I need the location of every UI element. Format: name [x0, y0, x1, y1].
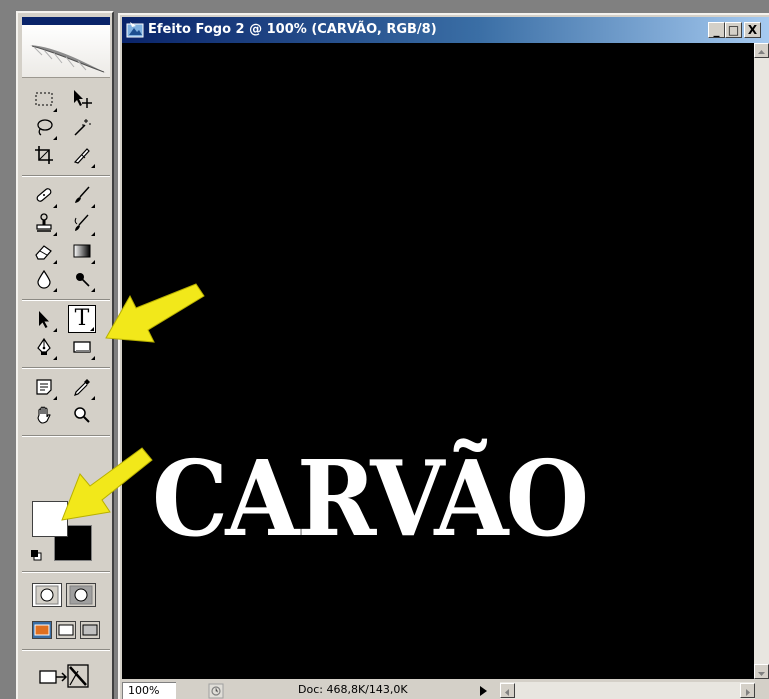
lasso-tool[interactable]	[30, 113, 58, 141]
path-selection-tool[interactable]	[30, 305, 58, 333]
full-screen-menu-icon	[58, 624, 74, 636]
scroll-left-button[interactable]	[500, 683, 515, 698]
crop-tool[interactable]	[30, 141, 58, 169]
brush-icon	[75, 186, 90, 203]
magic-wand-icon	[74, 119, 91, 136]
type-tool-glyph: T	[74, 306, 90, 331]
rectangle-icon	[73, 341, 91, 353]
foreground-color-swatch[interactable]	[32, 501, 68, 537]
history-brush-tool[interactable]	[68, 209, 96, 237]
toolbox-divider	[22, 299, 110, 301]
quick-mask-icon	[69, 585, 93, 605]
document-size-info: Doc: 468,8K/143,0K	[298, 683, 408, 696]
status-history-icon[interactable]	[208, 683, 224, 699]
move-arrow-icon	[74, 90, 92, 108]
scroll-down-button[interactable]	[754, 664, 769, 679]
close-button[interactable]: X	[744, 22, 761, 38]
pen-tool[interactable]	[30, 333, 58, 361]
standard-screen-mode-button[interactable]	[32, 621, 52, 639]
status-menu-arrow-icon[interactable]	[476, 684, 490, 698]
jump-to-imageready-icon	[39, 664, 89, 688]
vertical-scrollbar[interactable]	[754, 43, 769, 679]
maximize-icon: □	[727, 23, 740, 37]
slice-tool[interactable]	[68, 141, 96, 169]
path-selection-arrow-icon	[39, 311, 49, 328]
canvas-text-layer[interactable]: CARVÃO	[152, 439, 589, 559]
scroll-right-button[interactable]	[740, 683, 755, 698]
brush-tool[interactable]	[68, 181, 96, 209]
standard-mode-icon	[35, 585, 59, 605]
hand-icon	[37, 406, 51, 424]
eraser-icon	[35, 245, 52, 260]
type-tool[interactable]: T	[68, 305, 96, 333]
marquee-icon	[35, 92, 53, 106]
close-icon: X	[747, 23, 758, 37]
scroll-up-arrow-icon	[758, 50, 765, 54]
full-screen-icon	[82, 624, 98, 636]
notes-tool[interactable]	[30, 373, 58, 401]
zoom-level-field[interactable]: 100%	[122, 682, 176, 699]
photoshop-app: T Efeito Fogo 2 @ 100% (CARVÃO, RGB/8) _…	[0, 0, 769, 699]
toolbox: T	[16, 11, 114, 699]
toolbox-divider	[22, 175, 110, 177]
status-bar: 100% Doc: 468,8K/143,0K	[122, 679, 769, 699]
default-colors-icon[interactable]	[30, 549, 42, 561]
dodge-tool[interactable]	[68, 265, 96, 293]
hand-tool[interactable]	[30, 401, 58, 429]
magnifier-icon	[74, 407, 90, 423]
scroll-up-button[interactable]	[754, 43, 769, 58]
full-screen-mode-button[interactable]	[80, 621, 100, 639]
lasso-icon	[37, 119, 53, 136]
history-brush-icon	[74, 214, 89, 231]
eyedropper-tool[interactable]	[68, 373, 96, 401]
jump-to-imageready-button[interactable]	[32, 659, 96, 693]
eyedropper-icon	[74, 379, 90, 396]
toolbox-divider	[22, 571, 110, 573]
gradient-tool[interactable]	[68, 237, 96, 265]
feather-icon	[30, 45, 106, 73]
horizontal-scrollbar[interactable]	[500, 682, 755, 699]
gradient-icon	[73, 244, 91, 258]
dodge-icon	[76, 273, 90, 287]
scroll-left-arrow-icon	[505, 689, 509, 696]
bandage-icon	[36, 188, 52, 202]
move-tool[interactable]	[68, 85, 96, 113]
standard-mode-button[interactable]	[32, 583, 62, 607]
slice-knife-icon	[73, 148, 90, 164]
image-canvas[interactable]: CARVÃO	[122, 43, 754, 679]
magic-wand-tool[interactable]	[68, 113, 96, 141]
adobe-online-feather-button[interactable]	[22, 25, 110, 78]
scroll-right-arrow-icon	[746, 689, 750, 696]
clone-stamp-tool[interactable]	[30, 209, 58, 237]
photoshop-document-icon	[126, 22, 144, 38]
document-title-bar[interactable]: Efeito Fogo 2 @ 100% (CARVÃO, RGB/8) _ □…	[122, 17, 769, 43]
toolbox-title-bar[interactable]	[22, 17, 110, 25]
stamp-icon	[36, 213, 52, 232]
pen-nib-icon	[37, 337, 51, 355]
note-icon	[36, 379, 52, 395]
zoom-tool[interactable]	[68, 401, 96, 429]
toolbox-divider	[22, 367, 110, 369]
quick-mask-mode-button[interactable]	[66, 583, 96, 607]
full-screen-menu-mode-button[interactable]	[56, 621, 76, 639]
document-window: Efeito Fogo 2 @ 100% (CARVÃO, RGB/8) _ □…	[118, 13, 769, 699]
standard-screen-icon	[34, 624, 50, 636]
crop-icon	[35, 146, 53, 164]
eraser-tool[interactable]	[30, 237, 58, 265]
document-title: Efeito Fogo 2 @ 100% (CARVÃO, RGB/8)	[148, 22, 437, 37]
toolbox-divider	[22, 435, 110, 437]
toolbox-divider	[22, 649, 110, 651]
rectangular-marquee-tool[interactable]	[30, 85, 58, 113]
rectangle-shape-tool[interactable]	[68, 333, 96, 361]
blur-tool[interactable]	[30, 265, 58, 293]
minimize-button[interactable]: _	[708, 22, 725, 38]
healing-brush-tool[interactable]	[30, 181, 58, 209]
maximize-button[interactable]: □	[725, 22, 742, 38]
minimize-icon: _	[713, 23, 720, 37]
water-drop-icon	[37, 269, 51, 289]
